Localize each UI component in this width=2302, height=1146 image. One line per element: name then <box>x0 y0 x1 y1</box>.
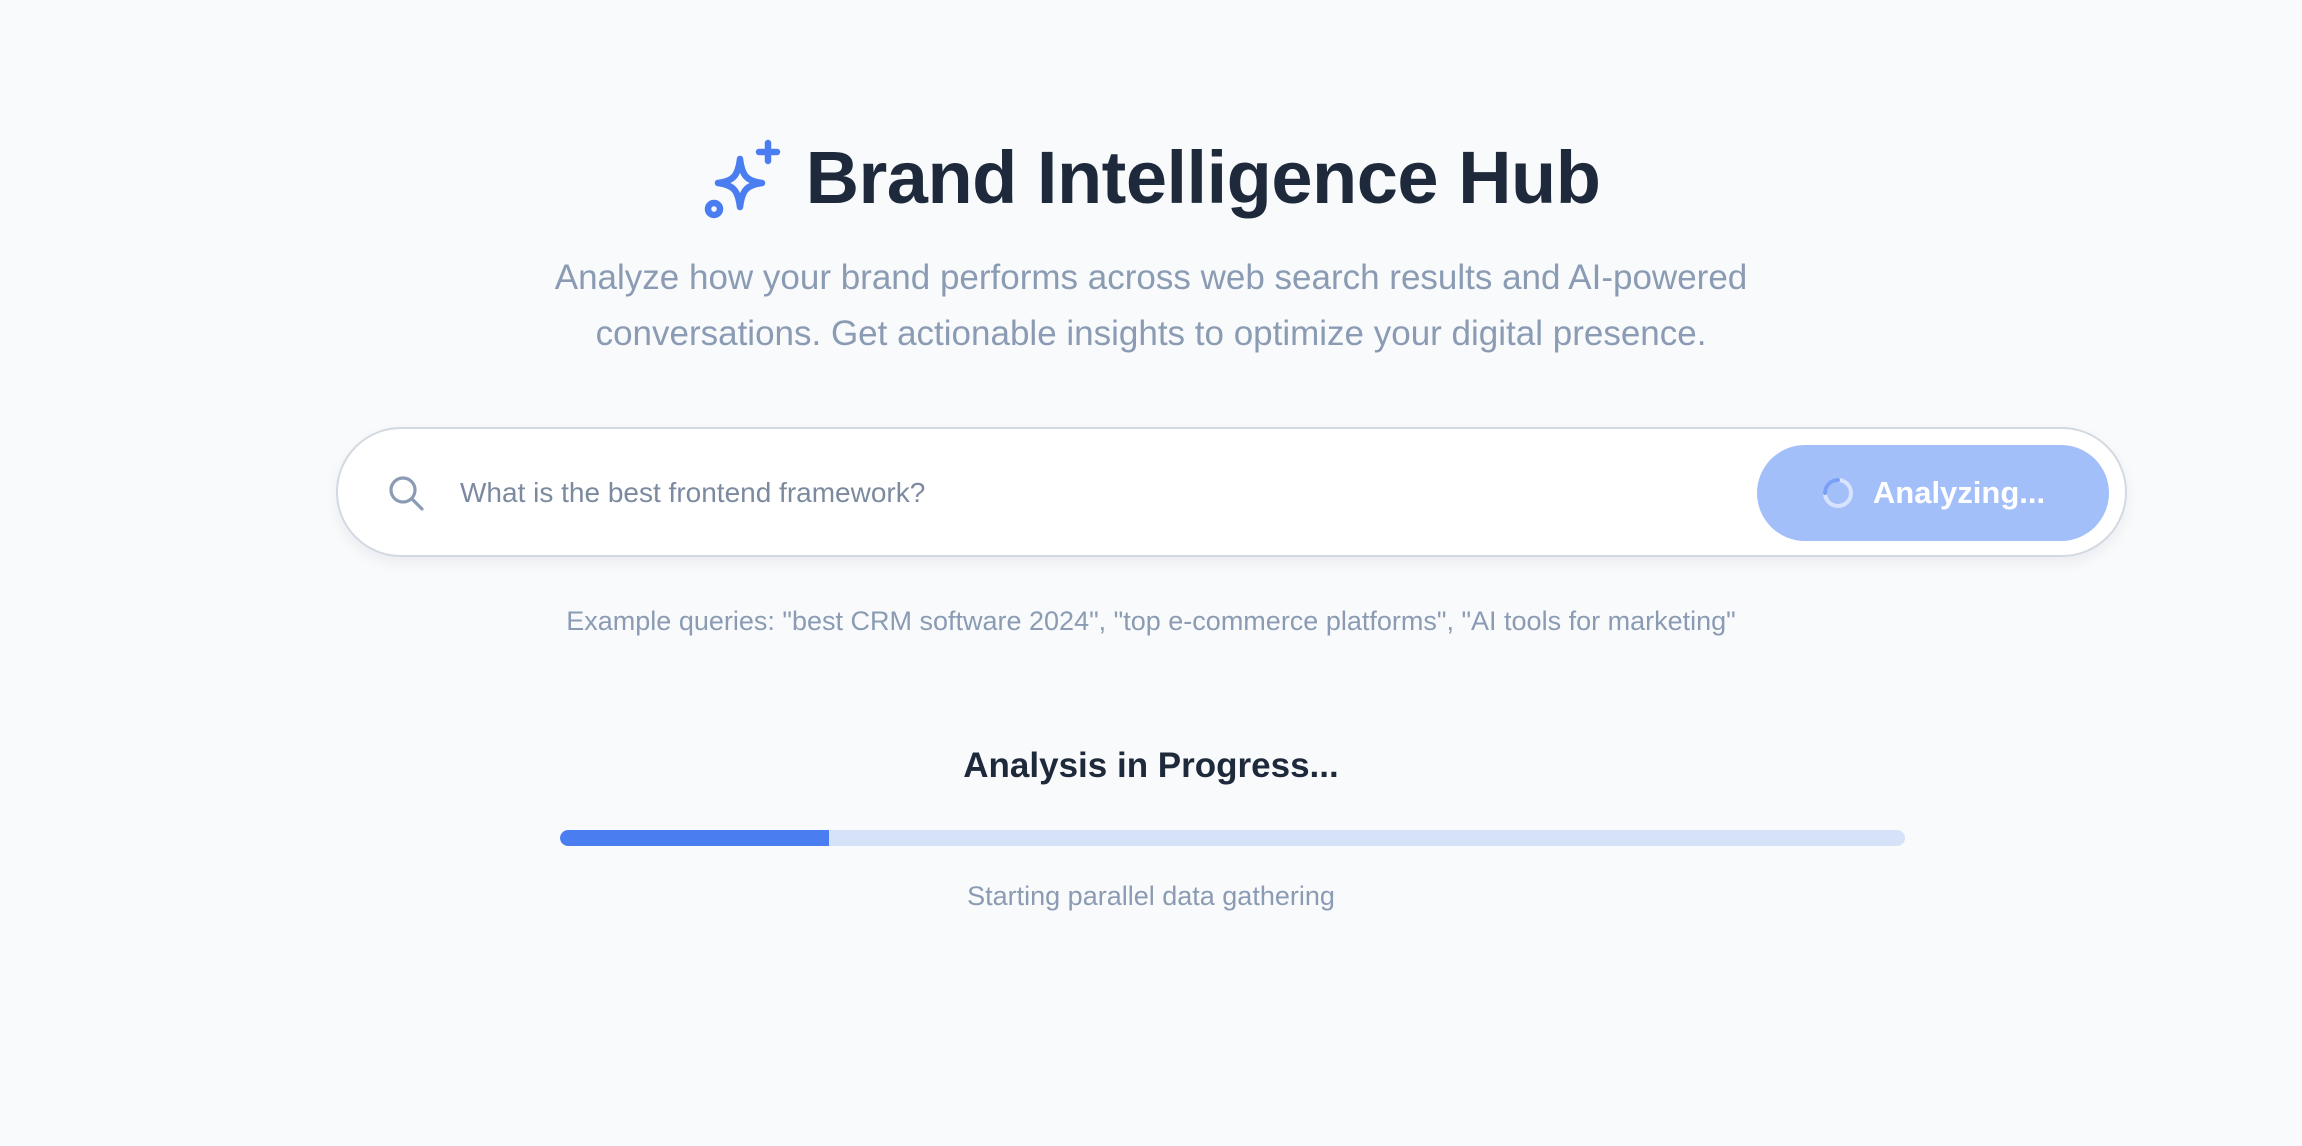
analyze-button-label: Analyzing... <box>1872 475 2046 510</box>
progress-status: Starting parallel data gathering <box>967 881 1335 911</box>
header: Brand Intelligence Hub <box>0 130 2302 226</box>
spinner-icon <box>1822 478 1853 508</box>
page-title: Brand Intelligence Hub <box>805 136 1601 219</box>
search-bar: Analyzing... <box>336 427 2127 557</box>
progress-bar <box>560 830 1905 846</box>
analyze-button[interactable]: Analyzing... <box>1757 445 2109 541</box>
search-icon <box>386 473 426 513</box>
sparkles-icon <box>704 139 780 219</box>
progress-title: Analysis in Progress... <box>963 746 1339 785</box>
page: Brand Intelligence Hub Analyze how your … <box>0 0 2302 1146</box>
example-queries: Example queries: "best CRM software 2024… <box>566 606 1736 636</box>
progress-bar-fill <box>560 830 829 846</box>
page-subtitle: Analyze how your brand performs across w… <box>554 258 1748 353</box>
